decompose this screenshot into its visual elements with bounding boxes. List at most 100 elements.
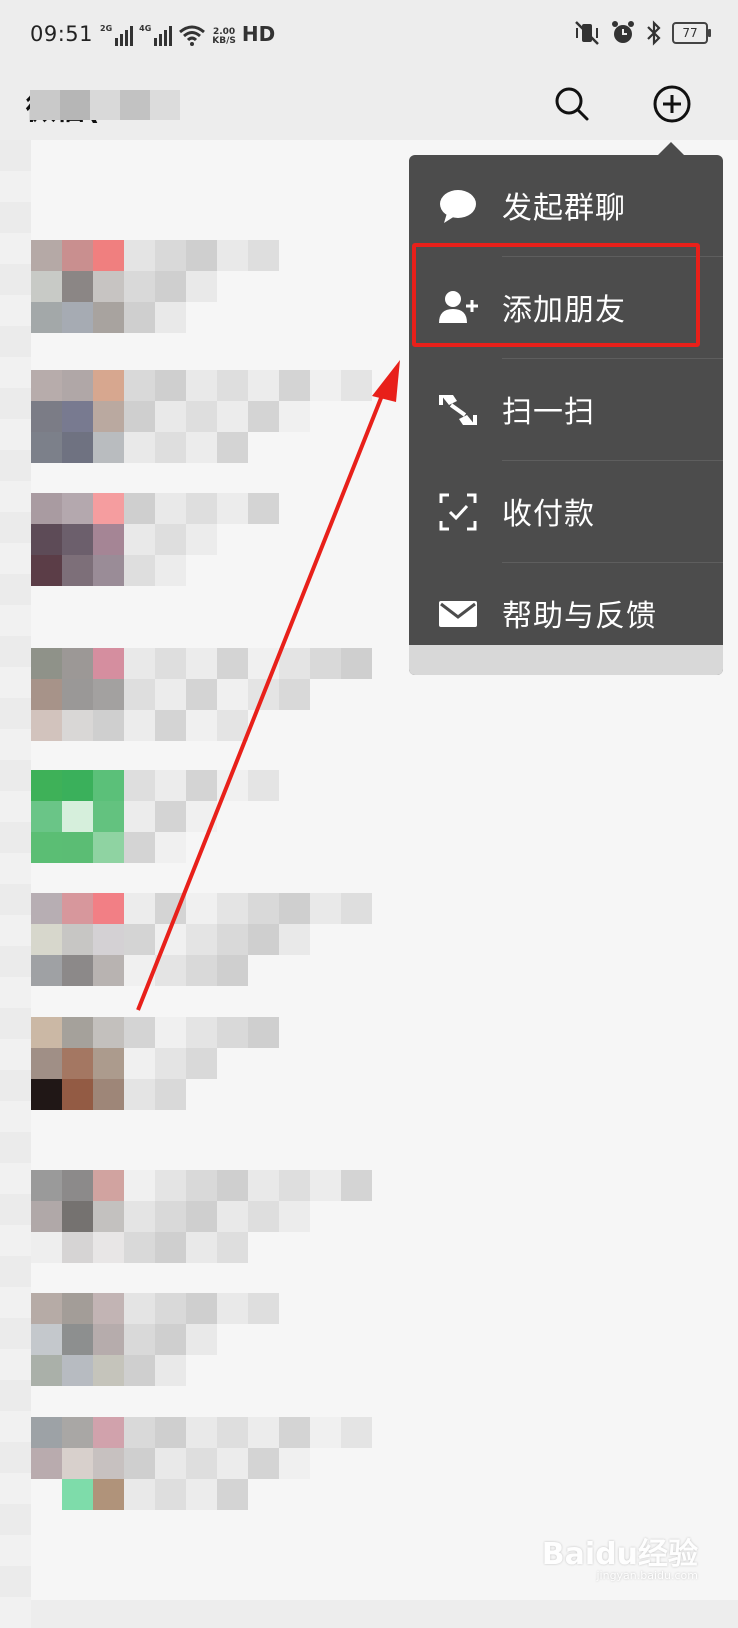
text-mosaic-tile: [248, 370, 279, 401]
menu-item-group-chat[interactable]: 发起群聊: [409, 155, 723, 257]
text-mosaic-tile: [341, 893, 372, 924]
text-mosaic-tile: [155, 648, 186, 679]
add-button[interactable]: [648, 80, 696, 128]
text-mosaic-tile: [124, 370, 155, 401]
edge-mosaic-tile: [0, 977, 31, 1008]
text-mosaic-tile: [124, 1170, 155, 1201]
edge-mosaic-tile: [0, 1163, 31, 1194]
avatar-mosaic-tile: [62, 555, 93, 586]
avatar-mosaic-tile: [31, 555, 62, 586]
text-mosaic-tile: [186, 1324, 217, 1355]
text-mosaic-tile: [279, 1201, 310, 1232]
edge-mosaic-tile: [0, 388, 31, 419]
text-mosaic-tile: [217, 679, 248, 710]
avatar-mosaic-tile: [93, 710, 124, 741]
text-mosaic-tile: [155, 555, 186, 586]
text-mosaic-tile: [310, 893, 341, 924]
avatar-mosaic-tile: [93, 1417, 124, 1448]
text-mosaic-tile: [155, 1079, 186, 1110]
bluetooth-icon: [647, 20, 661, 46]
text-mosaic-tile: [155, 302, 186, 333]
text-mosaic-tile: [124, 801, 155, 832]
avatar-mosaic-tile: [62, 1017, 93, 1048]
avatar-mosaic-tile: [62, 1293, 93, 1324]
menu-item-label: 扫一扫: [502, 395, 595, 430]
avatar-mosaic-tile: [31, 1017, 62, 1048]
edge-mosaic-tile: [0, 574, 31, 605]
avatar-mosaic-tile: [93, 555, 124, 586]
text-mosaic-tile: [248, 893, 279, 924]
text-mosaic-tile: [124, 1079, 155, 1110]
chat-bubble-icon: [440, 190, 476, 223]
status-left-icons: 2G 4G 2.00 KB/S HD: [100, 22, 275, 46]
menu-item-payment[interactable]: 收付款: [409, 461, 723, 563]
edge-mosaic-tile: [0, 698, 31, 729]
text-mosaic-tile: [186, 240, 217, 271]
text-mosaic-tile: [217, 893, 248, 924]
avatar-mosaic-tile: [93, 401, 124, 432]
avatar-mosaic-tile: [93, 893, 124, 924]
search-button[interactable]: [548, 80, 596, 128]
text-mosaic-tile: [124, 924, 155, 955]
text-mosaic-tile: [155, 1324, 186, 1355]
wifi-icon: [179, 25, 206, 46]
avatar-mosaic-tile: [93, 1017, 124, 1048]
avatar-mosaic-tile: [62, 1079, 93, 1110]
avatar-mosaic-tile: [31, 370, 62, 401]
status-right-icons: 77: [574, 20, 711, 46]
edge-mosaic-tile: [0, 419, 31, 450]
annotation-highlight-box: [412, 243, 700, 347]
avatar-mosaic-tile: [93, 801, 124, 832]
text-mosaic-tile: [155, 893, 186, 924]
avatar-mosaic-tile: [93, 1324, 124, 1355]
text-mosaic-tile: [248, 240, 279, 271]
scan-icon: [439, 395, 477, 425]
text-mosaic-tile: [217, 648, 248, 679]
avatar-mosaic-tile: [31, 1048, 62, 1079]
avatar-mosaic-tile: [62, 432, 93, 463]
text-mosaic-tile: [155, 1170, 186, 1201]
edge-mosaic-tile: [0, 822, 31, 853]
battery-icon: 77: [672, 22, 711, 44]
avatar-mosaic-tile: [93, 1448, 124, 1479]
text-mosaic-tile: [186, 1293, 217, 1324]
avatar-mosaic-tile: [62, 401, 93, 432]
avatar-mosaic-tile: [62, 1201, 93, 1232]
text-mosaic-tile: [124, 401, 155, 432]
avatar-mosaic-tile: [93, 493, 124, 524]
text-mosaic-tile: [279, 893, 310, 924]
text-mosaic-tile: [248, 1170, 279, 1201]
avatar-mosaic-tile: [62, 302, 93, 333]
text-mosaic-tile: [186, 801, 217, 832]
edge-mosaic-tile: [0, 357, 31, 388]
text-mosaic-tile: [341, 648, 372, 679]
text-mosaic-tile: [155, 770, 186, 801]
text-mosaic-tile: [279, 648, 310, 679]
menu-item-scan[interactable]: 扫一扫: [409, 359, 723, 461]
text-mosaic-tile: [248, 1417, 279, 1448]
avatar-mosaic-tile: [31, 801, 62, 832]
text-mosaic-tile: [279, 370, 310, 401]
text-mosaic-tile: [186, 1048, 217, 1079]
avatar-mosaic-tile: [62, 955, 93, 986]
text-mosaic-tile: [155, 1201, 186, 1232]
plus-circle-icon: [653, 85, 691, 123]
text-mosaic-tile: [217, 770, 248, 801]
edge-mosaic-tile: [0, 295, 31, 326]
text-mosaic-tile: [155, 1048, 186, 1079]
text-mosaic-tile: [279, 1448, 310, 1479]
edge-mosaic-tile: [0, 1256, 31, 1287]
menu-item-label: 发起群聊: [502, 191, 626, 226]
text-mosaic-tile: [124, 524, 155, 555]
menu-item-label: 帮助与反馈: [502, 599, 657, 634]
edge-mosaic-tile: [0, 1318, 31, 1349]
edge-mosaic-tile: [0, 1504, 31, 1535]
text-mosaic-tile: [186, 1017, 217, 1048]
edge-mosaic-tile: [0, 1442, 31, 1473]
edge-mosaic-tile: [0, 1132, 31, 1163]
edge-mosaic-tile: [0, 233, 31, 264]
avatar-mosaic-tile: [93, 1079, 124, 1110]
text-mosaic-tile: [310, 370, 341, 401]
text-mosaic-tile: [217, 1293, 248, 1324]
avatar-mosaic-tile: [31, 432, 62, 463]
